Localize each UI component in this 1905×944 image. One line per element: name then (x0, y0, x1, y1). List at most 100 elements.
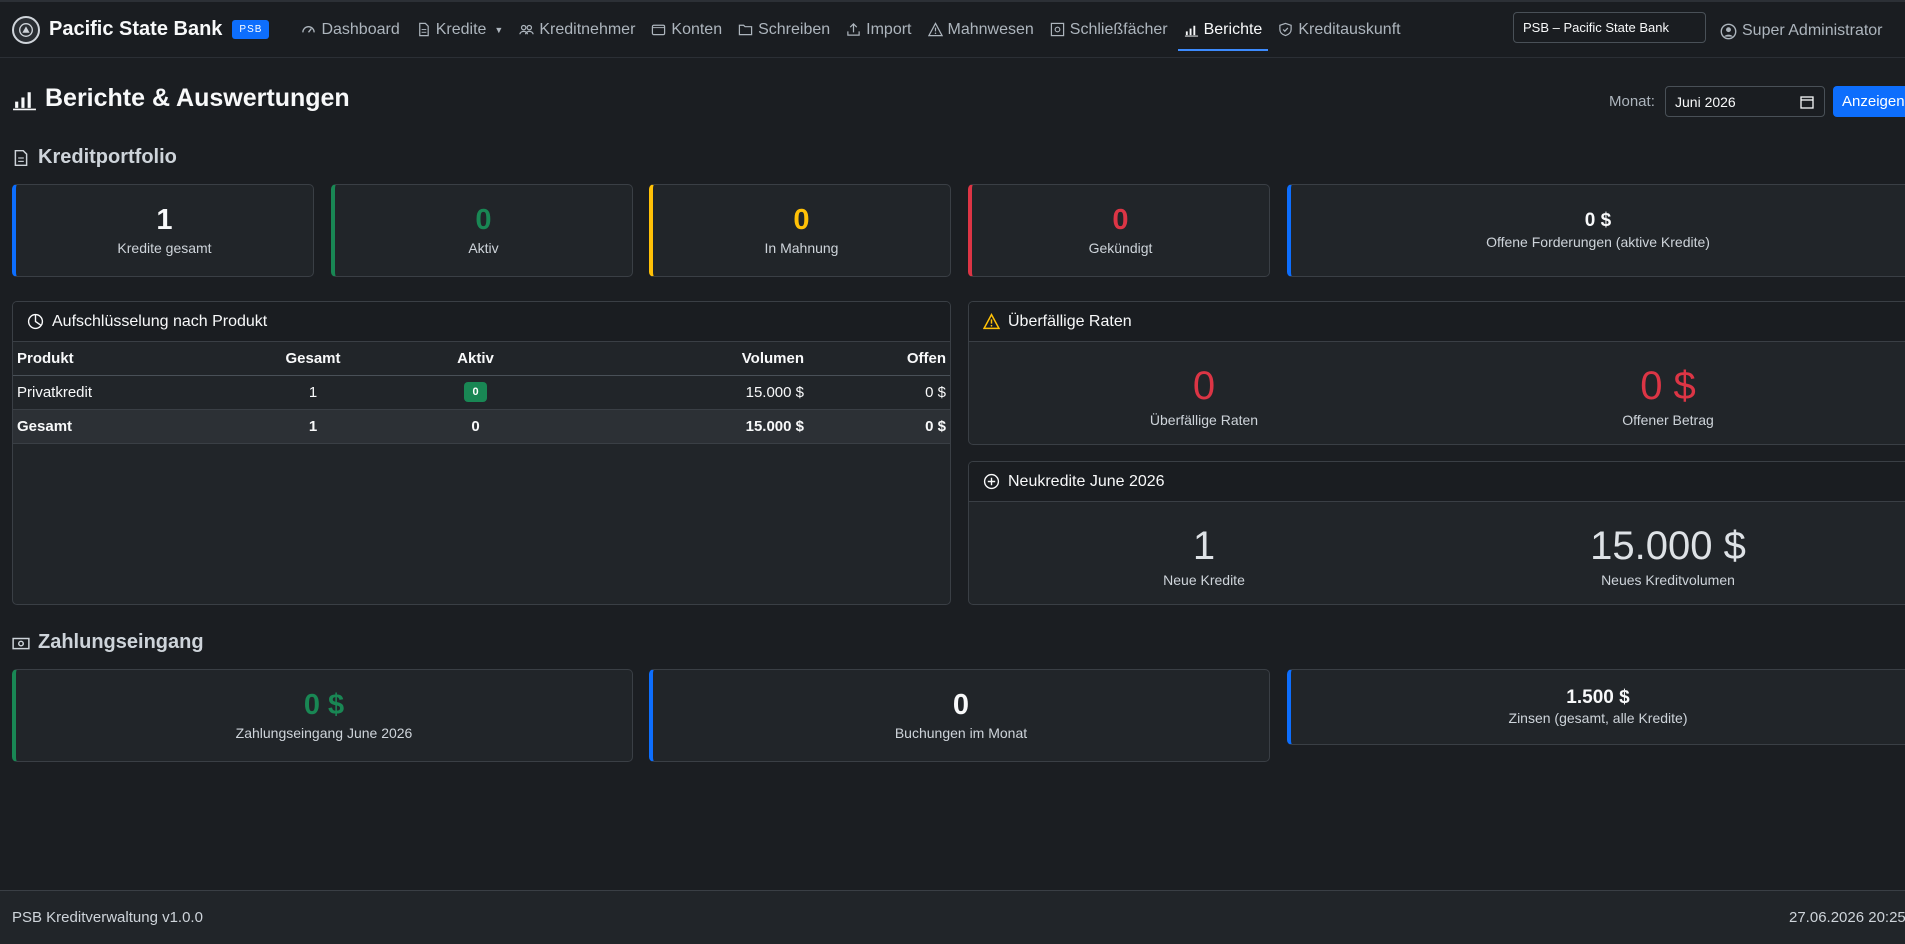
cash-icon (12, 637, 30, 649)
footer-version: PSB Kreditverwaltung v1.0.0 (12, 909, 203, 926)
stat-value: 1.500 $ (1566, 686, 1630, 708)
month-value: Juni 2026 (1675, 94, 1736, 110)
breakdown-header: Aufschlüsselung nach Produkt (13, 302, 950, 342)
stat-kredite-gesamt: 1 Kredite gesamt (12, 184, 314, 277)
stat-value: 0 $ (1584, 210, 1612, 232)
section-zahlungseingang: Zahlungseingang (12, 631, 204, 654)
brand-badge: PSB (232, 20, 270, 39)
metric-label: Neues Kreditvolumen (1601, 572, 1735, 588)
cell-open: 0 $ (808, 375, 950, 410)
stat-label: Aktiv (468, 240, 499, 257)
speedometer-icon (302, 26, 316, 33)
warning-icon (927, 22, 943, 37)
metric-value: 0 (1192, 364, 1216, 408)
nav-schreiben[interactable]: Schreiben (730, 2, 838, 57)
upload-icon (847, 23, 860, 36)
brand-name: Pacific State Bank (49, 18, 223, 40)
cell-product: Gesamt (13, 409, 243, 444)
nav-import-label: Import (866, 20, 912, 38)
section-kreditportfolio-title: Kreditportfolio (38, 146, 177, 168)
nav-mahnwesen-label: Mahnwesen (947, 20, 1034, 38)
nav-mahnwesen[interactable]: Mahnwesen (920, 2, 1042, 57)
stat-value: 0 (793, 203, 810, 236)
stat-label: Kredite gesamt (117, 240, 212, 257)
nav-kredite[interactable]: Kredite ▼ (408, 2, 512, 57)
breakdown-title: Aufschlüsselung nach Produkt (52, 312, 268, 330)
nav-kreditnehmer[interactable]: Kreditnehmer (511, 2, 643, 57)
cell-total: 1 (243, 375, 383, 410)
cell-volume: 15.000 $ (568, 409, 808, 444)
metric-label: Überfällige Raten (1149, 412, 1259, 428)
nav-berichte-label: Berichte (1203, 20, 1263, 38)
stat-zahlungseingang: 0 $ Zahlungseingang June 2026 (12, 669, 633, 762)
new-loans-volume: 15.000 $ Neues Kreditvolumen (1435, 526, 1901, 588)
col-volumen: Volumen (568, 342, 808, 376)
pie-chart-icon (27, 313, 44, 330)
table-total-row: Gesamt 1 0 15.000 $ 0 $ (13, 409, 950, 444)
footer-timestamp: 27.06.2026 20:25 (1789, 909, 1905, 926)
page-title: Berichte & Auswertungen (12, 84, 350, 113)
overdue-amount: 0 $ Offener Betrag (1435, 366, 1901, 428)
footer: PSB Kreditverwaltung v1.0.0 27.06.2026 2… (0, 890, 1905, 944)
overdue-title: Überfällige Raten (1008, 312, 1132, 330)
plus-circle-icon (983, 473, 1000, 490)
col-aktiv: Aktiv (383, 342, 568, 376)
show-button[interactable]: Anzeigen (1833, 86, 1905, 117)
user-menu[interactable]: Super Administrator (1720, 2, 1883, 60)
nav-kreditauskunft[interactable]: Kreditauskunft (1270, 2, 1408, 57)
nav-kredite-label: Kredite (435, 20, 487, 38)
metric-label: Neue Kredite (1163, 572, 1245, 588)
col-produkt: Produkt (13, 342, 243, 376)
metric-value: 1 (1192, 524, 1216, 568)
brand[interactable]: Pacific State Bank PSB (12, 2, 270, 57)
stat-label: Gekündigt (1088, 240, 1153, 257)
table-row: Privatkredit 1 0 15.000 $ 0 $ (13, 375, 950, 410)
new-loans-panel: Neukredite June 2026 1 Neue Kredite 15.0… (968, 461, 1905, 605)
stat-value: 0 (475, 203, 492, 236)
bar-chart-icon (1184, 25, 1198, 37)
cell-volume: 15.000 $ (568, 375, 808, 410)
cell-active: 0 (383, 409, 568, 444)
active-badge: 0 (464, 382, 487, 402)
calendar-icon[interactable] (1800, 95, 1814, 109)
stat-label: Offene Forderungen (aktive Kredite) (1486, 233, 1710, 250)
stat-aktiv: 0 Aktiv (331, 184, 633, 277)
stat-in-mahnung: 0 In Mahnung (649, 184, 951, 277)
stat-buchungen: 0 Buchungen im Monat (649, 669, 1270, 762)
top-navbar: Pacific State Bank PSB Dashboard Kredite… (0, 0, 1905, 58)
section-zahlungseingang-title: Zahlungseingang (38, 631, 204, 653)
wallet-icon (652, 24, 666, 36)
new-loans-header: Neukredite June 2026 (969, 462, 1905, 502)
month-input[interactable]: Juni 2026 (1665, 86, 1825, 117)
cell-product: Privatkredit (13, 375, 243, 410)
main-nav: Dashboard Kredite ▼ Kreditnehmer Konten … (293, 2, 1408, 57)
nav-konten-label: Konten (671, 20, 723, 38)
cell-active: 0 (383, 375, 568, 410)
nav-konten[interactable]: Konten (643, 2, 730, 57)
nav-berichte[interactable]: Berichte (1176, 2, 1271, 57)
col-gesamt: Gesamt (243, 342, 383, 376)
chevron-down-icon: ▼ (494, 24, 504, 35)
nav-dashboard[interactable]: Dashboard (293, 2, 407, 57)
overdue-count: 0 Überfällige Raten (969, 366, 1439, 428)
bank-select[interactable]: PSB – Pacific State Bank (1513, 12, 1706, 43)
people-icon (519, 24, 535, 35)
nav-import[interactable]: Import (838, 2, 919, 57)
page-title-text: Berichte & Auswertungen (45, 84, 350, 112)
overdue-header: Überfällige Raten (969, 302, 1905, 342)
nav-schliessfaecher[interactable]: Schließfächer (1042, 2, 1176, 57)
folder-icon (738, 24, 753, 36)
document-icon (14, 149, 28, 166)
stat-value: 0 $ (303, 688, 345, 721)
stat-zinsen: 1.500 $ Zinsen (gesamt, alle Kredite) (1287, 669, 1905, 745)
stat-value: 0 (1112, 203, 1129, 236)
nav-schreiben-label: Schreiben (758, 20, 831, 38)
nav-kreditnehmer-label: Kreditnehmer (539, 20, 636, 38)
bank-seal-icon (12, 15, 40, 44)
stat-value: 1 (156, 203, 173, 236)
metric-value: 0 $ (1640, 364, 1696, 408)
stat-value: 0 (952, 688, 970, 721)
col-offen: Offen (808, 342, 950, 376)
safe-icon (1050, 22, 1064, 37)
month-label: Monat: (1609, 93, 1655, 110)
